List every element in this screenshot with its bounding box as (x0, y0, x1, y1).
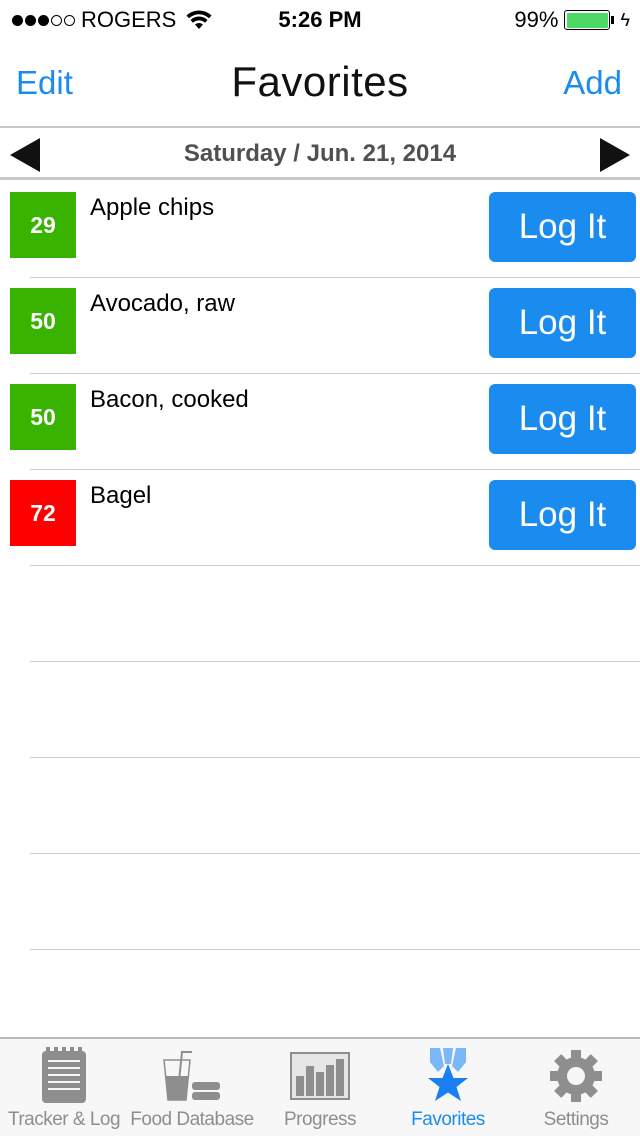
log-it-button[interactable]: Log It (489, 384, 636, 454)
battery-icon (564, 10, 611, 30)
glycemic-score-badge: 29 (10, 192, 76, 258)
food-name: Apple chips (90, 194, 215, 221)
favorite-row[interactable]: 72 Bagel Log It (0, 470, 640, 566)
empty-row (0, 566, 640, 662)
log-it-button[interactable]: Log It (489, 480, 636, 550)
food-name: Avocado, raw (90, 290, 235, 317)
tab-label: Tracker & Log (7, 1109, 121, 1130)
tab-tracker-log[interactable]: Tracker & Log (0, 1039, 128, 1136)
drink-burger-icon (162, 1047, 222, 1105)
gear-icon (546, 1047, 606, 1105)
add-button[interactable]: Add (563, 64, 622, 102)
tab-label: Favorites (411, 1109, 485, 1130)
food-name: Bacon, cooked (90, 386, 249, 413)
glycemic-score-badge: 72 (10, 480, 76, 546)
status-right: 99% ϟ (514, 7, 630, 33)
status-bar: ROGERS 5:26 PM 99% ϟ (0, 0, 640, 40)
tab-favorites[interactable]: Favorites (384, 1039, 512, 1136)
favorite-row[interactable]: 29 Apple chips Log It (0, 182, 640, 278)
notepad-icon (34, 1047, 94, 1105)
navigation-bar: Edit Favorites Add (0, 40, 640, 128)
bar-chart-icon (290, 1047, 350, 1105)
glycemic-score-badge: 50 (10, 288, 76, 354)
food-name: Bagel (90, 482, 152, 509)
log-it-button[interactable]: Log It (489, 192, 636, 262)
date-navigator: Saturday / Jun. 21, 2014 (0, 130, 640, 180)
empty-row (0, 662, 640, 758)
battery-tip (611, 16, 615, 24)
medal-star-icon (418, 1047, 478, 1105)
battery-percent: 99% (514, 7, 559, 32)
bolt-icon: ϟ (620, 9, 630, 30)
page-title: Favorites (231, 58, 409, 105)
battery-fill (566, 12, 608, 28)
tab-bar: Tracker & Log Food Database Progress Fav… (0, 1037, 640, 1136)
favorite-row[interactable]: 50 Bacon, cooked Log It (0, 374, 640, 470)
tab-label: Food Database (130, 1109, 254, 1130)
empty-row (0, 758, 640, 854)
tab-settings[interactable]: Settings (512, 1039, 640, 1136)
empty-row (0, 854, 640, 950)
tab-food-database[interactable]: Food Database (128, 1039, 256, 1136)
tab-label: Settings (543, 1109, 609, 1130)
log-it-button[interactable]: Log It (489, 288, 636, 358)
triangle-right-icon[interactable] (600, 138, 630, 172)
tab-progress[interactable]: Progress (256, 1039, 384, 1136)
favorites-list: 29 Apple chips Log It 50 Avocado, raw Lo… (0, 182, 640, 950)
current-date: Saturday / Jun. 21, 2014 (183, 140, 457, 167)
glycemic-score-badge: 50 (10, 384, 76, 450)
tab-label: Progress (283, 1109, 357, 1130)
favorite-row[interactable]: 50 Avocado, raw Log It (0, 278, 640, 374)
